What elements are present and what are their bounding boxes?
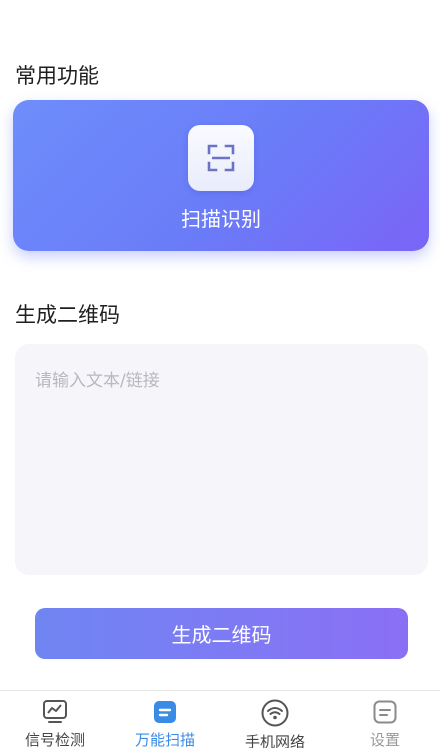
chart-monitor-icon (41, 699, 69, 725)
bottom-tab-bar: 信号检测 万能扫描 手机网络 设置 (0, 690, 440, 748)
scan-recognize-label: 扫描识别 (181, 207, 261, 231)
tab-label: 万能扫描 (134, 731, 195, 748)
tab-universal-scan[interactable]: 万能扫描 (110, 691, 220, 748)
settings-doc-icon (371, 699, 399, 725)
scan-recognize-card[interactable]: 扫描识别 (13, 100, 429, 251)
scan-frame-icon (188, 125, 254, 191)
qr-text-input[interactable] (15, 344, 428, 575)
tab-label: 手机网络 (244, 733, 305, 748)
common-functions-title: 常用功能 (15, 64, 99, 88)
generate-qr-button[interactable]: 生成二维码 (35, 608, 408, 659)
tab-settings[interactable]: 设置 (330, 691, 440, 748)
tab-phone-network[interactable]: 手机网络 (220, 691, 330, 748)
scan-doc-icon (151, 699, 179, 725)
generate-qr-title: 生成二维码 (15, 303, 120, 327)
tab-label: 设置 (369, 731, 400, 748)
tab-signal-detection[interactable]: 信号检测 (0, 691, 110, 748)
tab-label: 信号检测 (24, 731, 85, 748)
wifi-icon (261, 699, 289, 727)
